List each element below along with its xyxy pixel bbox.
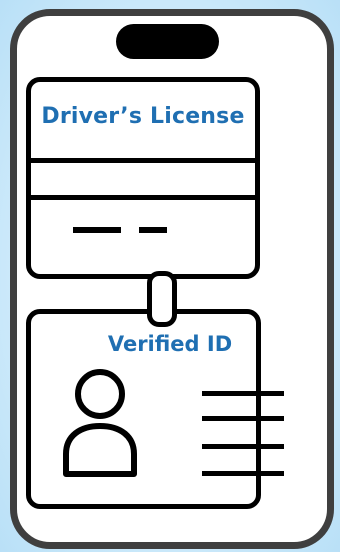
text-line bbox=[202, 391, 284, 396]
badge-clip-icon bbox=[147, 271, 177, 327]
text-line bbox=[202, 416, 284, 421]
text-line bbox=[202, 444, 284, 449]
license-title: Driver’s License bbox=[41, 104, 245, 129]
phone-notch-icon bbox=[116, 24, 219, 59]
text-line bbox=[202, 471, 284, 476]
badge-title: Verified ID bbox=[107, 332, 233, 356]
person-icon bbox=[63, 369, 137, 477]
license-dash-short bbox=[139, 227, 167, 233]
license-dash-long bbox=[73, 227, 121, 233]
drivers-license-card: Driver’s License bbox=[26, 77, 260, 279]
license-stripe-top bbox=[31, 158, 255, 163]
license-stripe-bottom bbox=[31, 195, 255, 200]
